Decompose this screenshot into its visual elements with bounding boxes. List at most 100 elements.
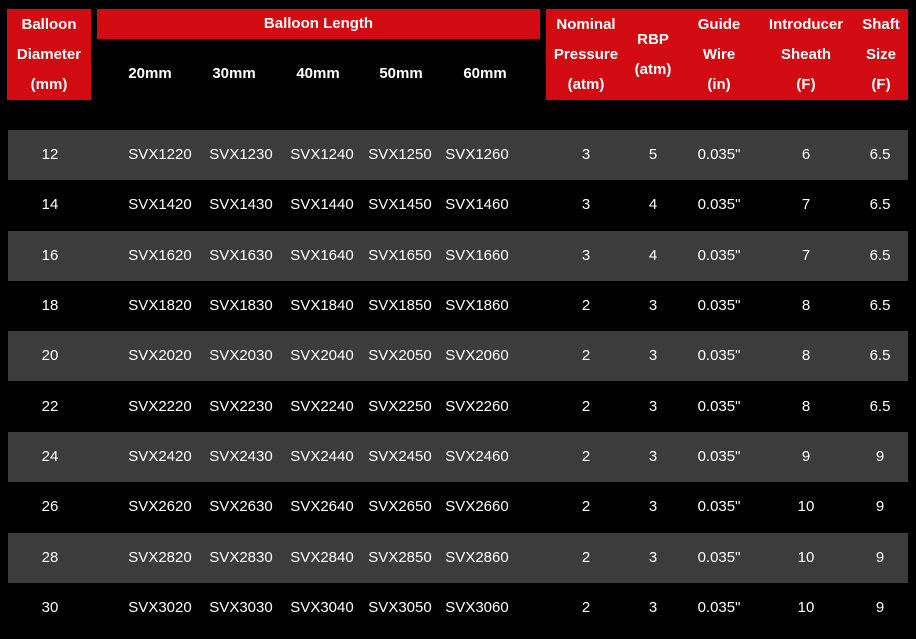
model-60mm-cell: SVX2460 bbox=[445, 448, 509, 465]
header-diameter-line-2: Diameter bbox=[16, 45, 82, 63]
model-60mm-cell: SVX2060 bbox=[445, 347, 509, 364]
table-row: 30 SVX3020 SVX3030 SVX3040 SVX3050 SVX3060 2 3 0… bbox=[8, 583, 908, 633]
header-nominal-line-1: Nominal bbox=[556, 15, 616, 33]
shaft-size-cell: 9 bbox=[875, 498, 885, 515]
rbp-cell: 3 bbox=[648, 297, 658, 314]
model-60mm-cell: SVX3060 bbox=[445, 599, 509, 616]
nominal-pressure-cell: 3 bbox=[581, 247, 591, 264]
model-20mm-cell: SVX2820 bbox=[128, 549, 192, 566]
model-50mm-cell: SVX1450 bbox=[368, 196, 432, 213]
table-row: 18 SVX1820 SVX1830 SVX1840 SVX1850 SVX1860 2 3 0… bbox=[8, 281, 908, 331]
table-row: 16 SVX1620 SVX1630 SVX1640 SVX1650 SVX1660 3 4 0… bbox=[8, 231, 908, 281]
introducer-sheath-cell: 7 bbox=[801, 247, 811, 264]
model-30mm-cell: SVX2230 bbox=[209, 398, 273, 415]
header-length-30mm: 30mm bbox=[212, 65, 256, 82]
rbp-cell: 5 bbox=[648, 146, 658, 163]
model-50mm-cell: SVX3050 bbox=[368, 599, 432, 616]
guide-wire-cell: 0.035" bbox=[697, 398, 741, 415]
nominal-pressure-cell: 2 bbox=[581, 498, 591, 515]
model-60mm-cell: SVX1660 bbox=[445, 247, 509, 264]
model-20mm-cell: SVX1620 bbox=[128, 247, 192, 264]
table-row: 28 SVX2820 SVX2830 SVX2840 SVX2850 SVX2860 2 3 0… bbox=[8, 533, 908, 583]
shaft-size-cell: 6.5 bbox=[869, 398, 891, 415]
diameter-cell: 22 bbox=[41, 398, 59, 415]
model-40mm-cell: SVX1640 bbox=[290, 247, 354, 264]
model-60mm-cell: SVX2660 bbox=[445, 498, 509, 515]
table-row: 12 SVX1220 SVX1230 SVX1240 SVX1250 SVX1260 3 5 0… bbox=[8, 130, 908, 180]
header-length-60mm: 60mm bbox=[463, 65, 507, 82]
introducer-sheath-cell: 10 bbox=[797, 599, 815, 616]
diameter-cell: 14 bbox=[41, 196, 59, 213]
shaft-size-cell: 6.5 bbox=[869, 146, 891, 163]
model-50mm-cell: SVX1250 bbox=[368, 146, 432, 163]
header-guide-wire: Guide Wire (in) bbox=[680, 9, 758, 100]
nominal-pressure-cell: 3 bbox=[581, 146, 591, 163]
model-20mm-cell: SVX2020 bbox=[128, 347, 192, 364]
rbp-cell: 3 bbox=[648, 549, 658, 566]
rbp-cell: 4 bbox=[648, 196, 658, 213]
model-40mm-cell: SVX2640 bbox=[290, 498, 354, 515]
introducer-sheath-cell: 10 bbox=[797, 498, 815, 515]
header-guide-line-1: Guide bbox=[697, 15, 741, 33]
model-60mm-cell: SVX1260 bbox=[445, 146, 509, 163]
model-50mm-cell: SVX1650 bbox=[368, 247, 432, 264]
model-40mm-cell: SVX2240 bbox=[290, 398, 354, 415]
model-30mm-cell: SVX1630 bbox=[209, 247, 273, 264]
introducer-sheath-cell: 8 bbox=[801, 347, 811, 364]
rbp-cell: 3 bbox=[648, 498, 658, 515]
model-50mm-cell: SVX2250 bbox=[368, 398, 432, 415]
header-balloon-diameter: Balloon Diameter (mm) bbox=[7, 9, 91, 100]
nominal-pressure-cell: 2 bbox=[581, 347, 591, 364]
model-50mm-cell: SVX2450 bbox=[368, 448, 432, 465]
model-50mm-cell: SVX1850 bbox=[368, 297, 432, 314]
table-row: 14 SVX1420 SVX1430 SVX1440 SVX1450 SVX1460 3 4 0… bbox=[8, 180, 908, 230]
model-40mm-cell: SVX2840 bbox=[290, 549, 354, 566]
model-30mm-cell: SVX2830 bbox=[209, 549, 273, 566]
diameter-cell: 18 bbox=[41, 297, 59, 314]
header-length-40mm: 40mm bbox=[296, 65, 340, 82]
model-30mm-cell: SVX1430 bbox=[209, 196, 273, 213]
header-shaft-line-3: (F) bbox=[871, 75, 891, 93]
diameter-cell: 24 bbox=[41, 448, 59, 465]
guide-wire-cell: 0.035" bbox=[697, 549, 741, 566]
introducer-sheath-cell: 6 bbox=[801, 146, 811, 163]
model-30mm-cell: SVX2630 bbox=[209, 498, 273, 515]
rbp-cell: 3 bbox=[648, 448, 658, 465]
header-introducer-line-1: Introducer bbox=[768, 15, 844, 33]
model-30mm-cell: SVX2030 bbox=[209, 347, 273, 364]
header-guide-line-2: Wire bbox=[702, 45, 736, 63]
model-40mm-cell: SVX1840 bbox=[290, 297, 354, 314]
header-shaft-size: Shaft Size (F) bbox=[854, 9, 908, 100]
model-30mm-cell: SVX1830 bbox=[209, 297, 273, 314]
nominal-pressure-cell: 2 bbox=[581, 448, 591, 465]
header-balloon-length: Balloon Length bbox=[97, 9, 540, 39]
header-rbp-line-2: (atm) bbox=[634, 60, 672, 78]
shaft-size-cell: 6.5 bbox=[869, 297, 891, 314]
header-rbp-line-1: RBP bbox=[637, 30, 669, 48]
guide-wire-cell: 0.035" bbox=[697, 498, 741, 515]
shaft-size-cell: 9 bbox=[875, 448, 885, 465]
model-40mm-cell: SVX3040 bbox=[290, 599, 354, 616]
shaft-size-cell: 6.5 bbox=[869, 247, 891, 264]
rbp-cell: 4 bbox=[648, 247, 658, 264]
header-shaft-line-1: Shaft bbox=[862, 15, 900, 33]
model-60mm-cell: SVX2860 bbox=[445, 549, 509, 566]
model-60mm-cell: SVX2260 bbox=[445, 398, 509, 415]
nominal-pressure-cell: 2 bbox=[581, 398, 591, 415]
shaft-size-cell: 6.5 bbox=[869, 196, 891, 213]
model-40mm-cell: SVX1240 bbox=[290, 146, 354, 163]
guide-wire-cell: 0.035" bbox=[697, 247, 741, 264]
header-guide-line-3: (in) bbox=[707, 75, 731, 93]
introducer-sheath-cell: 10 bbox=[797, 549, 815, 566]
table-row: 20 SVX2020 SVX2030 SVX2040 SVX2050 SVX2060 2 3 0… bbox=[8, 331, 908, 381]
model-20mm-cell: SVX1420 bbox=[128, 196, 192, 213]
introducer-sheath-cell: 7 bbox=[801, 196, 811, 213]
header-introducer-line-2: Sheath bbox=[780, 45, 831, 63]
guide-wire-cell: 0.035" bbox=[697, 448, 741, 465]
model-20mm-cell: SVX3020 bbox=[128, 599, 192, 616]
shaft-size-cell: 9 bbox=[875, 549, 885, 566]
nominal-pressure-cell: 2 bbox=[581, 297, 591, 314]
model-50mm-cell: SVX2050 bbox=[368, 347, 432, 364]
guide-wire-cell: 0.035" bbox=[697, 347, 741, 364]
header-shaft-line-2: Size bbox=[865, 45, 896, 63]
